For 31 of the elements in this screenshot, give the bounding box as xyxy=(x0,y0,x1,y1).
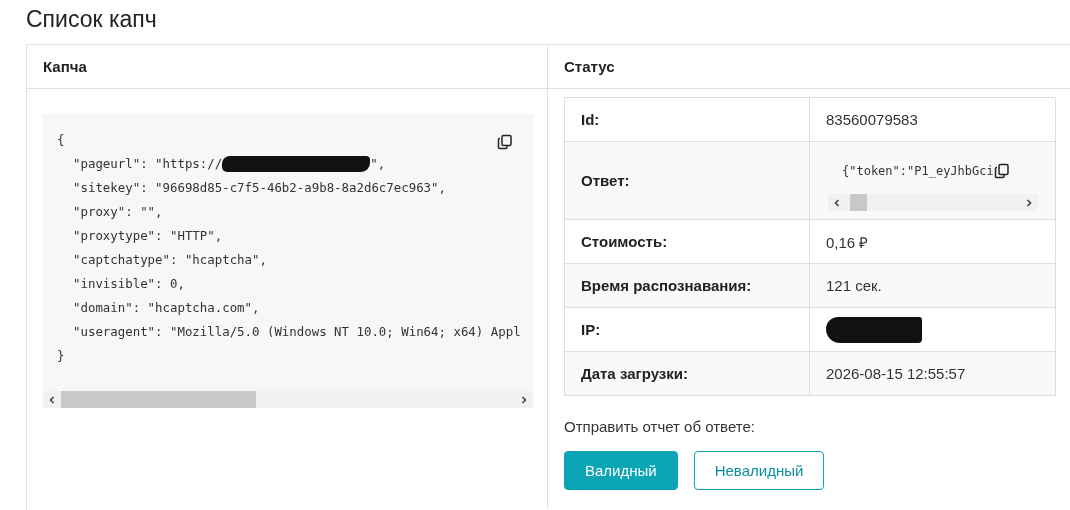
field-value: 121 сек. xyxy=(826,277,882,294)
scrollbar-thumb[interactable] xyxy=(850,194,867,211)
code-line: "pageurl": "https:// xyxy=(73,155,223,173)
horizontal-scrollbar[interactable] xyxy=(828,194,1038,211)
field-value: 83560079583 xyxy=(826,111,918,128)
code-line: "invisible": 0, xyxy=(73,275,185,293)
field-value: 2026-08-15 12:55:57 xyxy=(826,365,966,382)
invalid-button[interactable]: Невалидный xyxy=(693,451,825,490)
code-line: } xyxy=(57,347,65,365)
horizontal-scrollbar[interactable] xyxy=(43,391,533,408)
copy-icon[interactable] xyxy=(993,163,1010,179)
code-line: { xyxy=(57,131,65,149)
valid-button[interactable]: Валидный xyxy=(564,451,678,490)
field-label: Ответ: xyxy=(565,142,810,219)
code-line: "proxytype": "HTTP", xyxy=(73,227,223,245)
report-label: Отправить отчет об ответе: xyxy=(564,418,756,435)
field-label: Время распознавания: xyxy=(565,264,810,307)
column-header: Капча xyxy=(27,45,548,88)
scrollbar-thumb[interactable] xyxy=(61,391,256,408)
code-line: ", xyxy=(370,155,386,173)
code-line: "useragent": "Mozilla/5.0 (Windows NT 10.0; Win64; x64) Appl xyxy=(73,323,521,341)
column-header: Статус xyxy=(563,57,615,77)
copy-icon[interactable] xyxy=(497,134,513,150)
token-text: {"token":"P1_eyJhbGci xyxy=(842,164,994,178)
field-label: Дата загрузки: xyxy=(565,352,810,395)
page-title: Список капч xyxy=(25,5,158,34)
field-value: 0,16 ₽ xyxy=(826,232,869,252)
code-line: "proxy": "", xyxy=(73,203,163,221)
code-line: "domain": "hcaptcha.com", xyxy=(73,299,260,317)
code-line: "captchatype": "hcaptcha", xyxy=(73,251,267,269)
code-line: "sitekey": "96698d85-c7f5-46b2-a9b8-8a2d6c7ec963", xyxy=(73,179,446,197)
